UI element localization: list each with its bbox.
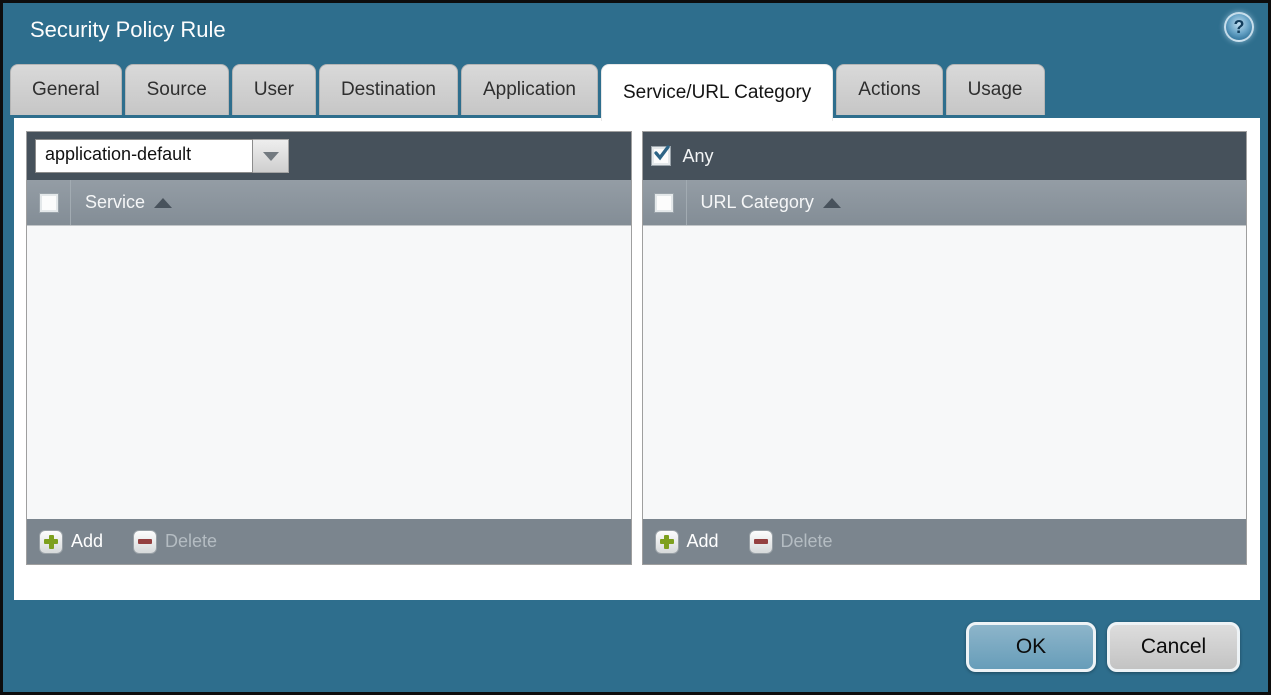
- service-select-all-cell: [27, 180, 71, 225]
- url-category-delete-button[interactable]: Delete: [748, 529, 833, 554]
- service-type-dropdown-button[interactable]: [253, 139, 289, 173]
- sort-ascending-icon[interactable]: [822, 197, 841, 208]
- security-policy-rule-dialog: Security Policy Rule ? General Source Us…: [0, 0, 1271, 695]
- tab-label: Service/URL Category: [622, 82, 812, 103]
- url-category-column-label[interactable]: URL Category: [701, 192, 814, 213]
- tab-general[interactable]: General: [10, 64, 122, 115]
- sort-ascending-icon[interactable]: [154, 197, 173, 208]
- service-list: [27, 226, 631, 519]
- ok-button[interactable]: OK: [966, 622, 1096, 672]
- url-category-add-button[interactable]: Add: [654, 529, 719, 554]
- any-checkbox[interactable]: [650, 145, 671, 166]
- delete-icon: [748, 529, 773, 554]
- url-category-select-all-cell: [643, 180, 687, 225]
- dialog-footer: OK Cancel: [3, 600, 1268, 692]
- dialog-title: Security Policy Rule: [30, 17, 226, 42]
- service-type-dropdown-value[interactable]: application-default: [35, 139, 253, 173]
- url-category-toolbar: Add Delete: [642, 519, 1246, 564]
- add-icon: [39, 529, 63, 554]
- tab-usage[interactable]: Usage: [945, 64, 1045, 115]
- delete-button-label: Delete: [780, 531, 833, 551]
- add-icon: [654, 529, 679, 554]
- title-bar: Security Policy Rule ?: [3, 3, 1268, 64]
- tab-actions[interactable]: Actions: [836, 64, 943, 115]
- tab-service-url-category[interactable]: Service/URL Category: [600, 64, 834, 121]
- tab-label: Destination: [340, 79, 436, 100]
- tab-label: Usage: [967, 79, 1023, 100]
- tab-source[interactable]: Source: [124, 64, 229, 115]
- url-category-panel: Any URL Category Add Delete: [641, 131, 1247, 565]
- service-type-dropdown: application-default: [35, 139, 289, 173]
- service-panel-header: application-default: [27, 132, 631, 180]
- service-delete-button[interactable]: Delete: [133, 529, 218, 554]
- service-toolbar: Add Delete: [27, 519, 631, 564]
- add-button-label: Add: [71, 531, 104, 551]
- tab-bar: General Source User Destination Applicat…: [10, 64, 1045, 121]
- add-button-label: Add: [686, 531, 719, 551]
- tab-label: General: [32, 79, 100, 100]
- service-add-button[interactable]: Add: [39, 529, 104, 554]
- url-category-select-all-checkbox[interactable]: [654, 192, 674, 213]
- url-category-list: [642, 226, 1246, 519]
- url-category-panel-header: Any: [642, 132, 1246, 180]
- cancel-button[interactable]: Cancel: [1107, 622, 1240, 672]
- tab-user[interactable]: User: [231, 64, 316, 115]
- tab-label: Actions: [858, 79, 921, 100]
- service-column-header: Service: [27, 180, 631, 226]
- tab-destination[interactable]: Destination: [318, 64, 458, 115]
- chevron-down-icon: [262, 151, 279, 161]
- delete-icon: [133, 529, 158, 554]
- tab-label: Application: [483, 79, 576, 100]
- any-checkbox-label[interactable]: Any: [683, 146, 714, 167]
- check-icon: [653, 145, 670, 161]
- url-category-column-header: URL Category: [642, 180, 1246, 226]
- tab-label: Source: [146, 79, 207, 100]
- service-select-all-checkbox[interactable]: [38, 192, 59, 213]
- delete-button-label: Delete: [165, 531, 218, 551]
- help-icon[interactable]: ?: [1224, 12, 1254, 42]
- tab-application[interactable]: Application: [461, 64, 598, 115]
- service-panel: application-default Service Add Delete: [26, 131, 632, 565]
- tab-label: User: [253, 79, 294, 100]
- tab-content-service-url-category: application-default Service Add Delete A…: [14, 118, 1260, 600]
- service-column-label[interactable]: Service: [85, 192, 145, 213]
